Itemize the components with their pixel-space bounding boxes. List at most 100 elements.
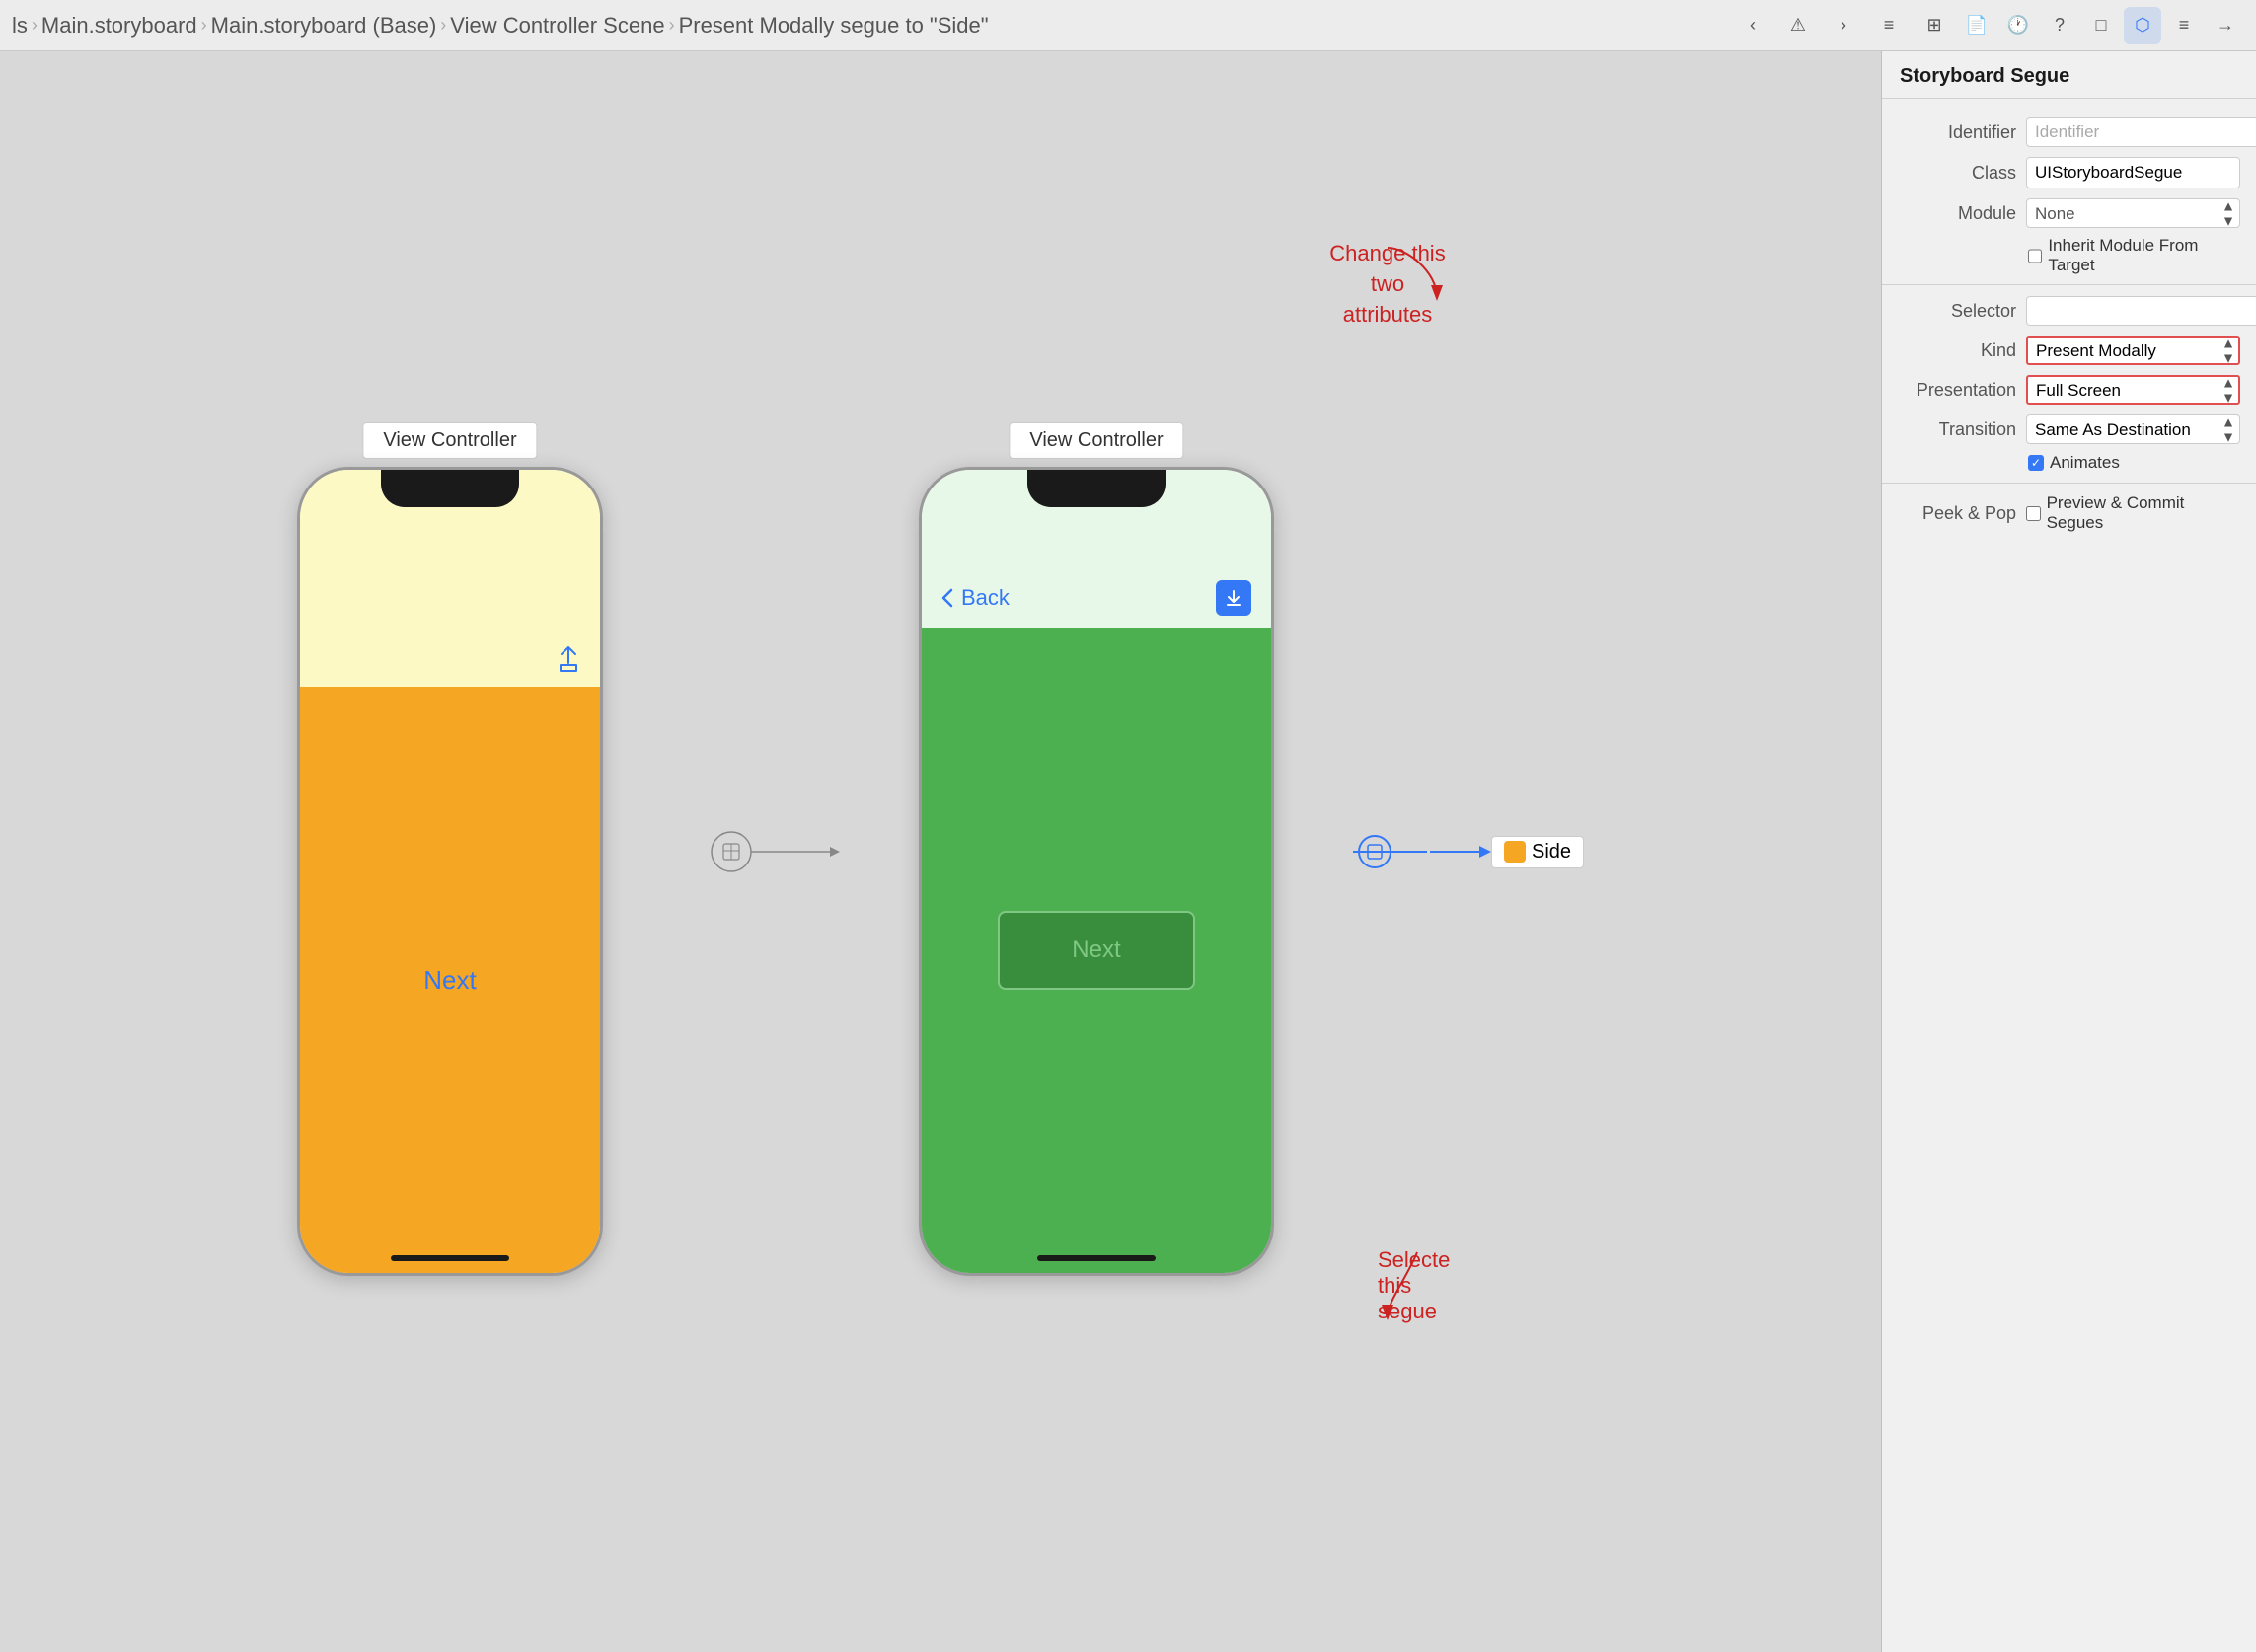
kind-row: Kind Show Show Detail Present Modally Pr… (1882, 331, 2256, 370)
phone2-mockup: Back Next (919, 467, 1274, 1276)
class-input-container: ⊕ › (2026, 157, 2240, 188)
phone1-wrapper: View Controller Next (297, 467, 603, 1276)
breadcrumb-sep-0: › (32, 15, 38, 36)
phone1-body: Next (300, 687, 600, 1273)
phone1-mockup: Next (297, 467, 603, 1276)
panel-icons: 📄 🕐 ? □ ⬡ ≡ → (1958, 7, 2244, 44)
inherit-row: Inherit Module From Target (1882, 233, 2256, 278)
vc1-label: View Controller (362, 422, 537, 459)
annotation-change-attrs: Change this twoattributes (1328, 239, 1447, 302)
breadcrumb-sep-3: › (669, 15, 675, 36)
right-panel: Storyboard Segue Identifier Class ⊕ › Mo… (1881, 51, 2256, 1652)
phone2-nav: Back (941, 580, 1251, 616)
panel-title: Storyboard Segue (1882, 51, 2256, 99)
transition-select[interactable]: Same As Destination Cover Vertical Flip … (2026, 414, 2240, 444)
phone1-home-indicator (391, 1255, 509, 1261)
segue-connector-svg (1353, 827, 1491, 876)
inherit-label: Inherit Module From Target (2048, 236, 2240, 275)
download-icon[interactable] (1216, 580, 1251, 616)
phone2-notch (1027, 470, 1166, 507)
module-label: Module (1898, 203, 2016, 224)
side-badge-icon (1504, 841, 1526, 863)
breadcrumb-sep-1: › (201, 15, 207, 36)
animates-checkbox[interactable]: ✓ (2028, 455, 2044, 471)
identifier-label: Identifier (1898, 122, 2016, 143)
grid-button[interactable]: ⊞ (1917, 8, 1952, 43)
breadcrumb: ls › Main.storyboard › Main.storyboard (… (12, 13, 1729, 38)
peek-value: Preview & Commit Segues (2047, 493, 2240, 533)
share-icon[interactable] (553, 643, 584, 675)
next-button[interactable]: Next (998, 911, 1195, 990)
transition-label: Transition (1898, 419, 2016, 440)
breadcrumb-ls[interactable]: ls (12, 13, 28, 38)
back-button-phone[interactable]: Back (941, 585, 1010, 611)
module-row: Module None ▲▼ (1882, 193, 2256, 233)
class-input[interactable] (2027, 158, 2240, 188)
separator-2 (1882, 483, 2256, 484)
inherit-checkbox[interactable] (2028, 249, 2042, 263)
phone2-wrapper: View Controller Back (919, 467, 1274, 1276)
segue-connector: Side (1353, 827, 1584, 876)
breadcrumb-vc-scene[interactable]: View Controller Scene (450, 13, 664, 38)
side-badge-label: Side (1532, 841, 1571, 864)
breadcrumb-segue[interactable]: Present Modally segue to "Side" (679, 13, 989, 38)
breadcrumb-main-storyboard-base[interactable]: Main.storyboard (Base) (211, 13, 437, 38)
arrow-right-icon[interactable]: → (2207, 7, 2244, 44)
toolbar: ls › Main.storyboard › Main.storyboard (… (0, 0, 2256, 51)
selector-label: Selector (1898, 301, 2016, 322)
phone2-content: Back Next (922, 470, 1271, 1273)
kind-select-container: Show Show Detail Present Modally Present… (2026, 336, 2240, 365)
segue-arrow-area (682, 822, 840, 881)
file-icon[interactable]: 📄 (1958, 7, 1995, 44)
presentation-row: Presentation Full Screen Automatic Page … (1882, 370, 2256, 410)
class-row: Class ⊕ › (1882, 152, 2256, 193)
kind-label: Kind (1898, 340, 2016, 361)
module-select[interactable]: None (2026, 198, 2240, 228)
library-icon[interactable]: □ (2082, 7, 2120, 44)
nav-icon[interactable]: ≡ (2165, 7, 2203, 44)
selector-input[interactable] (2026, 296, 2256, 326)
segue-arrow-svg (682, 822, 840, 881)
phone2-body: Next (922, 628, 1271, 1273)
main-area: View Controller Next (0, 51, 2256, 1652)
canvas-area: View Controller Next (0, 51, 1881, 1652)
identifier-row: Identifier (1882, 113, 2256, 152)
phone1-next-label: Next (423, 965, 476, 996)
forward-button[interactable]: › (1826, 8, 1861, 43)
peek-checkbox[interactable] (2026, 506, 2041, 521)
identifier-input[interactable] (2026, 117, 2256, 147)
presentation-select-container: Full Screen Automatic Page Sheet Form Sh… (2026, 375, 2240, 405)
phone1-notch (381, 470, 519, 507)
presentation-select[interactable]: Full Screen Automatic Page Sheet Form Sh… (2026, 375, 2240, 405)
peek-label: Peek & Pop (1898, 503, 2016, 524)
panel-body: Identifier Class ⊕ › Module None (1882, 99, 2256, 1652)
menu-button[interactable]: ≡ (1871, 8, 1907, 43)
annotation-select-segue: Selecte this segue (1378, 1247, 1457, 1326)
clock-icon[interactable]: 🕐 (1999, 7, 2037, 44)
annotation-select-text: Selecte this segue (1378, 1247, 1457, 1324)
toolbar-icons: ‹ ⚠ › ≡ ⊞ (1735, 8, 1952, 43)
kind-select[interactable]: Show Show Detail Present Modally Present… (2026, 336, 2240, 365)
selector-row: Selector (1882, 291, 2256, 331)
peek-row: Peek & Pop Preview & Commit Segues (1882, 489, 2256, 537)
annotation-change-text: Change this twoattributes (1328, 239, 1447, 330)
presentation-label: Presentation (1898, 380, 2016, 401)
help-icon[interactable]: ? (2041, 7, 2078, 44)
transition-row: Transition Same As Destination Cover Ver… (1882, 410, 2256, 449)
phone2-home-indicator (1037, 1255, 1156, 1261)
inspector-icon[interactable]: ⬡ (2124, 7, 2161, 44)
transition-select-container: Same As Destination Cover Vertical Flip … (2026, 414, 2240, 444)
module-select-container: None ▲▼ (2026, 198, 2240, 228)
back-label: Back (961, 585, 1010, 611)
breadcrumb-sep-2: › (440, 15, 446, 36)
separator-1 (1882, 284, 2256, 285)
animates-row: ✓ Animates (1882, 449, 2256, 477)
animates-label: Animates (2050, 453, 2120, 473)
next-button-label: Next (1072, 937, 1120, 964)
warning-button[interactable]: ⚠ (1780, 8, 1816, 43)
back-button[interactable]: ‹ (1735, 8, 1770, 43)
side-badge: Side (1491, 836, 1584, 868)
vc2-label: View Controller (1009, 422, 1183, 459)
phone1-content: Next (300, 470, 600, 1273)
breadcrumb-main-storyboard[interactable]: Main.storyboard (41, 13, 197, 38)
